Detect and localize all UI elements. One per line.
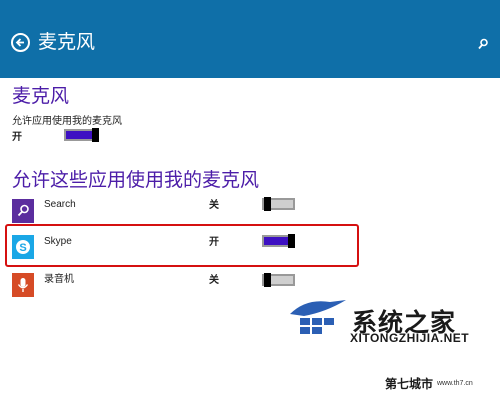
app-name-search: Search [44,199,76,210]
app-state-recorder: 关 [209,275,219,286]
section-title-microphone: 麦克风 [12,86,70,107]
search-icon [12,199,34,223]
watermark-url: XITONGZHIJIA.NET [350,331,470,345]
watermark-logo-icon [290,300,346,334]
recorder-mic-toggle[interactable] [262,273,295,287]
section-title-apps: 允许这些应用使用我的麦克风 [12,170,260,191]
app-header: 麦克风 [0,0,500,78]
corner-brand: 第七城市 [385,377,434,391]
microphone-icon [12,273,34,297]
corner-url: www.th7.cn [437,380,473,387]
app-name-recorder: 录音机 [44,274,74,285]
search-icon[interactable] [476,37,490,51]
back-button[interactable] [11,33,30,52]
skype-row-highlight [5,224,359,267]
back-arrow-icon [15,38,24,47]
app-state-search: 关 [209,200,219,211]
microphone-toggle[interactable] [64,128,99,142]
toggle-state-text: 开 [12,132,22,143]
page-title: 麦克风 [38,32,96,53]
search-mic-toggle[interactable] [262,197,295,211]
allow-apps-label: 允许应用使用我的麦克风 [12,116,122,127]
